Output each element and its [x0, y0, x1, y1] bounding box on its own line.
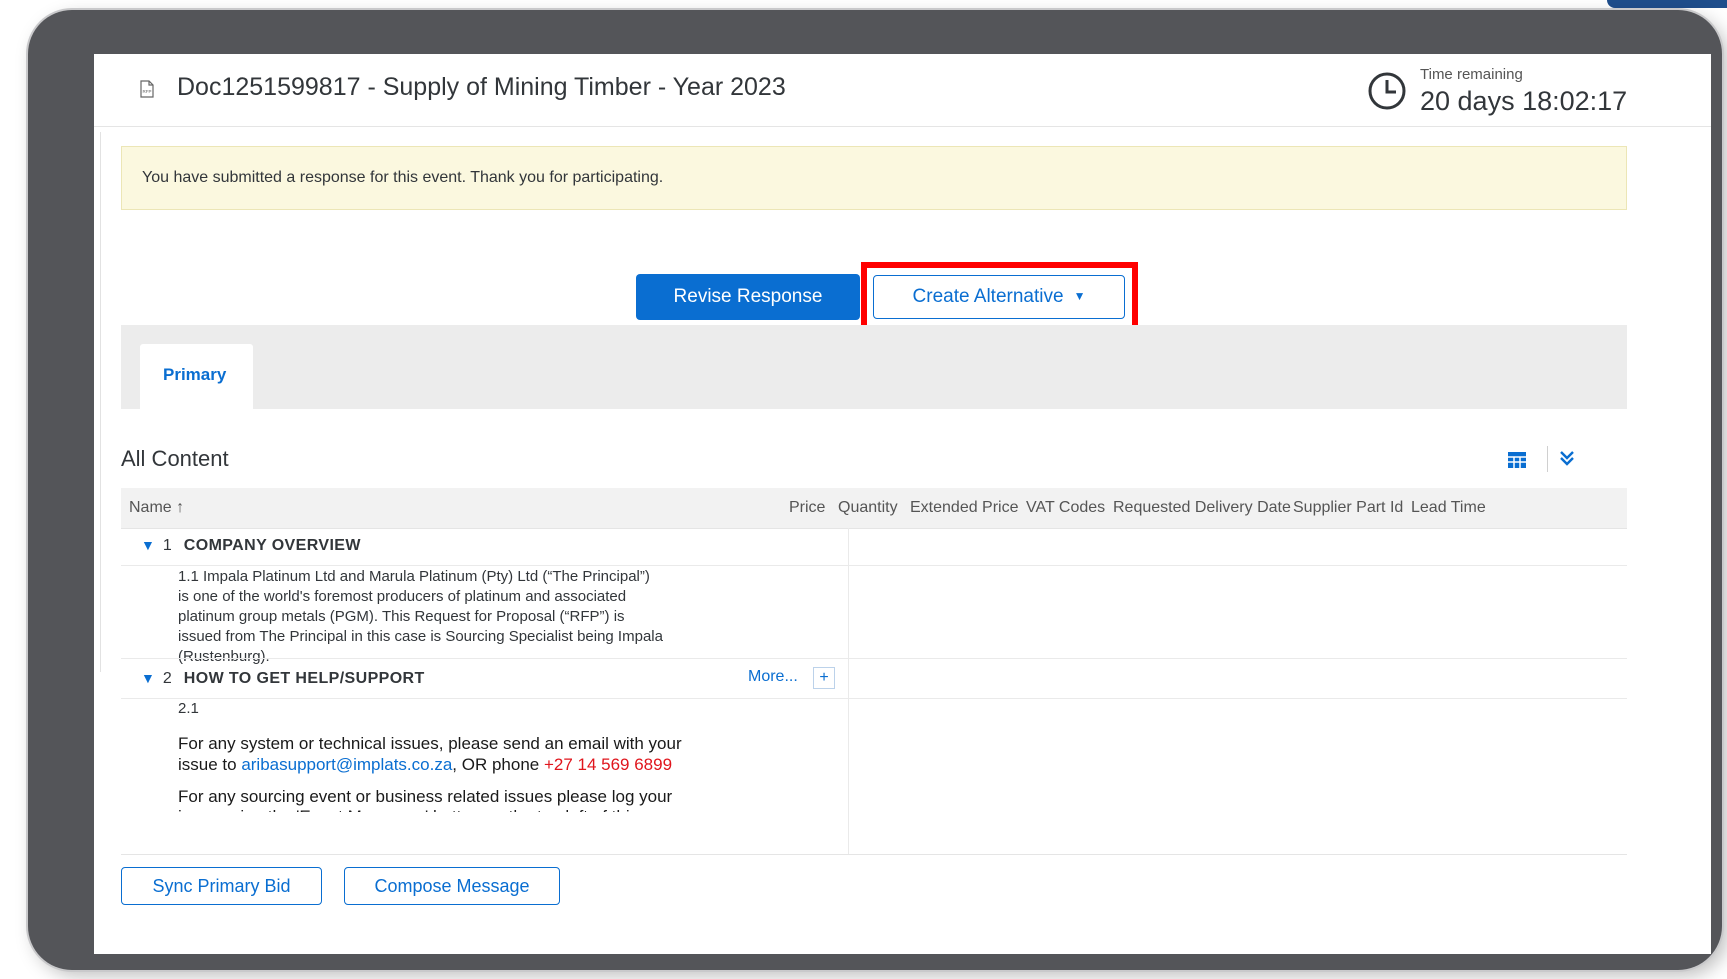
time-remaining-label: Time remaining [1420, 66, 1523, 83]
column-header-requested-delivery-date: Requested Delivery Date [1113, 499, 1291, 516]
column-header-extended-price: Extended Price [910, 499, 1019, 516]
section-name: HOW TO GET HELP/SUPPORT [183, 670, 425, 687]
column-header-vat-codes: VAT Codes [1026, 499, 1106, 516]
column-header-supplier-part-id: Supplier Part Id [1293, 499, 1404, 516]
support-email-link[interactable]: aribasupport@implats.co.za [241, 755, 452, 774]
table-header: Name ↑ Price Quantity Extended Price VAT… [121, 488, 1627, 529]
item-line: platinum group metals (PGM). This Reques… [178, 608, 625, 625]
rfp-document-icon: RFP [140, 80, 154, 98]
tab-strip: Primary [121, 325, 1627, 409]
left-divider [100, 132, 101, 672]
item-2-1-number: 2.1 [178, 700, 199, 717]
notice-text: You have submitted a response for this e… [142, 169, 664, 186]
device-frame: RFP Doc1251599817 - Supply of Mining Tim… [28, 10, 1722, 970]
help-line-contact: issue to aribasupport@implats.co.za, OR … [178, 754, 738, 775]
time-remaining-value: 20 days 18:02:17 [1420, 86, 1628, 116]
revise-response-button[interactable]: Revise Response [636, 274, 860, 320]
item-line: (Rustenburg). [178, 648, 270, 665]
help-text-segment: issue to [178, 755, 242, 774]
row-divider [121, 658, 1627, 659]
row-divider [121, 565, 1627, 566]
item-1-1-text: 1.1 Impala Platinum Ltd and Marula Plati… [178, 567, 663, 667]
expand-all-icon[interactable] [1556, 446, 1578, 470]
sync-primary-bid-button[interactable]: Sync Primary Bid [121, 867, 322, 905]
corner-accent [1607, 0, 1727, 8]
column-header-lead-time: Lead Time [1411, 499, 1486, 516]
help-line: For any sourcing event or business relat… [178, 787, 673, 806]
item-line: 1.1 Impala Platinum Ltd and Marula Plati… [178, 568, 650, 585]
section-number: 2 [162, 670, 172, 687]
more-link[interactable]: More... [748, 668, 798, 686]
clock-icon [1368, 72, 1406, 110]
column-header-name[interactable]: Name ↑ [129, 499, 184, 517]
help-paragraph-1: For any system or technical issues, plea… [178, 733, 738, 775]
section-row-help-support[interactable]: ▼ 2 HOW TO GET HELP/SUPPORT [141, 670, 425, 688]
column-header-price: Price [789, 499, 826, 516]
help-text-segment: , OR phone [452, 755, 544, 774]
help-paragraph-2: For any sourcing event or business relat… [178, 786, 738, 807]
collapse-triangle-icon[interactable]: ▼ [141, 537, 155, 553]
section-number: 1 [162, 537, 172, 554]
svg-text:RFP: RFP [143, 89, 152, 94]
compose-message-button[interactable]: Compose Message [344, 867, 560, 905]
item-line: issued from The Principal in this case i… [178, 628, 663, 645]
section-row-company-overview[interactable]: ▼ 1 COMPANY OVERVIEW [141, 537, 361, 555]
section-name: COMPANY OVERVIEW [183, 537, 361, 554]
help-line: For any system or technical issues, plea… [178, 734, 682, 753]
item-line: is one of the world's foremost producers… [178, 588, 627, 605]
help-line-cutoff: issue using the 'Event Messages' button … [178, 806, 638, 812]
toolbar-separator [1547, 446, 1548, 472]
screen: RFP Doc1251599817 - Supply of Mining Tim… [94, 54, 1711, 954]
column-header-quantity: Quantity [838, 499, 898, 516]
caret-down-icon: ▼ [1073, 289, 1086, 303]
page-title: Doc1251599817 - Supply of Mining Timber … [177, 73, 786, 101]
support-phone-link[interactable]: +27 14 569 6899 [544, 755, 672, 774]
page-header: RFP Doc1251599817 - Supply of Mining Tim… [94, 54, 1711, 127]
create-alternative-label: Create Alternative [912, 286, 1064, 307]
collapse-triangle-icon[interactable]: ▼ [141, 670, 155, 686]
column-divider [848, 528, 849, 854]
expand-plus-button[interactable]: + [813, 667, 835, 689]
tab-primary[interactable]: Primary [140, 344, 253, 409]
tab-primary-label: Primary [163, 365, 227, 384]
create-alternative-button[interactable]: Create Alternative ▼ [873, 275, 1125, 319]
row-divider [121, 698, 1627, 699]
section-title: All Content [121, 446, 229, 471]
content-table: Name ↑ Price Quantity Extended Price VAT… [121, 488, 1627, 855]
table-view-icon[interactable] [1507, 450, 1527, 470]
submission-notice: You have submitted a response for this e… [121, 146, 1627, 210]
